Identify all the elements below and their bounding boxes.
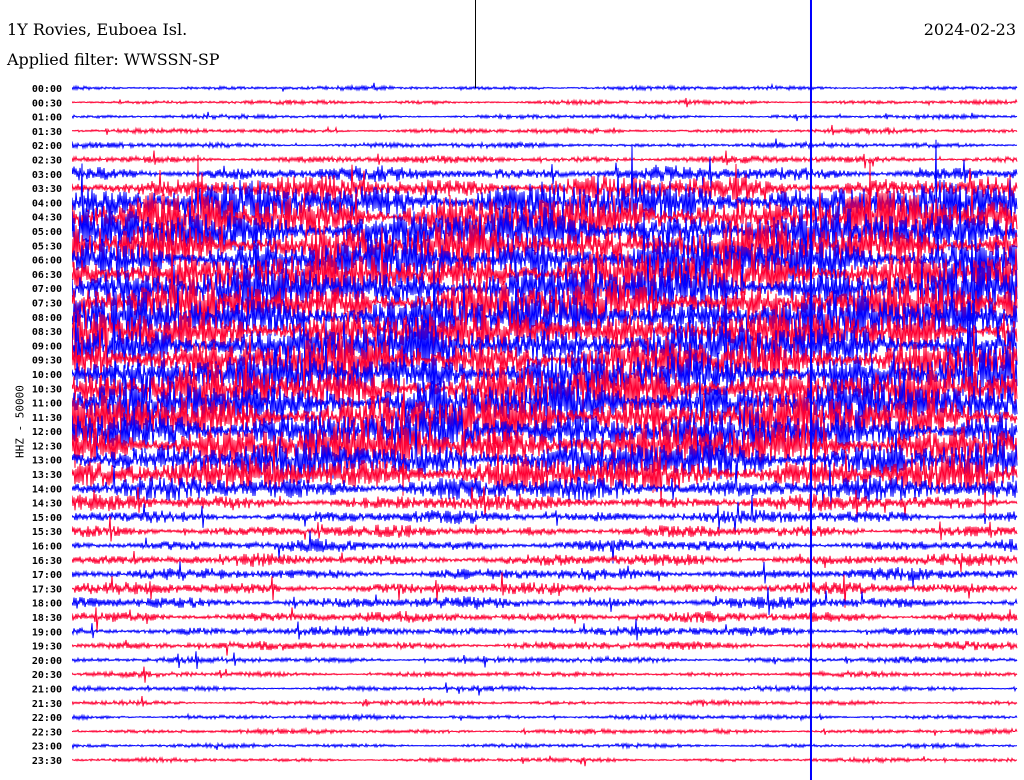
row-time-label: 22:30 (32, 727, 62, 738)
row-time-label: 07:00 (32, 284, 62, 295)
row-time-label: 15:30 (32, 527, 62, 538)
row-time-label: 04:00 (32, 198, 62, 209)
trace-row (72, 741, 1018, 751)
trace-row (72, 516, 1018, 542)
trace-row (72, 696, 1018, 708)
row-time-label: 11:00 (32, 399, 62, 410)
row-time-label: 20:30 (32, 670, 62, 681)
row-time-label: 08:30 (32, 327, 62, 338)
trace-row (72, 755, 1018, 767)
row-time-label: 02:00 (32, 141, 62, 152)
row-time-label: 10:30 (32, 384, 62, 395)
trace-row (72, 639, 1018, 656)
row-time-label: 12:30 (32, 441, 62, 452)
row-time-label: 05:30 (32, 241, 62, 252)
row-time-label: 18:30 (32, 613, 62, 624)
row-time-label: 06:00 (32, 256, 62, 267)
trace-row (72, 124, 1018, 136)
row-time-label: 12:00 (32, 427, 62, 438)
trace-row (72, 586, 1018, 616)
trace-row (72, 666, 1018, 683)
trace-row (72, 111, 1018, 122)
row-time-label: 01:00 (32, 113, 62, 124)
row-time-label: 03:30 (32, 184, 62, 195)
trace-row (72, 82, 1018, 92)
row-time-label: 07:30 (32, 298, 62, 309)
row-time-label: 09:00 (32, 341, 62, 352)
helicorder-plot: 00:00 00:30 01:00 01:30 02:00 02:30 03:00 03:30… (32, 0, 1018, 780)
row-time-label: 21:00 (32, 685, 62, 696)
row-time-label: 23:30 (32, 756, 62, 767)
trace-row (72, 150, 1018, 169)
row-time-label: 06:30 (32, 270, 62, 281)
row-time-label: 03:00 (32, 170, 62, 181)
trace-row (72, 682, 1018, 696)
row-time-label: 10:00 (32, 370, 62, 381)
row-time-label: 00:30 (32, 98, 62, 109)
trace-row (72, 651, 1018, 669)
row-time-label: 09:30 (32, 356, 62, 367)
trace-row (72, 551, 1018, 573)
row-time-label: 16:00 (32, 542, 62, 553)
row-time-label: 19:00 (32, 627, 62, 638)
row-time-label: 04:30 (32, 213, 62, 224)
trace-row (72, 138, 1018, 150)
row-time-label: 14:30 (32, 499, 62, 510)
row-time-label: 17:30 (32, 584, 62, 595)
row-time-label: 13:00 (32, 456, 62, 467)
trace-row (72, 712, 1018, 722)
row-time-label: 23:00 (32, 742, 62, 753)
row-time-label: 16:30 (32, 556, 62, 567)
row-time-label: 00:00 (32, 84, 62, 95)
row-time-label: 22:00 (32, 713, 62, 724)
row-time-label: 01:30 (32, 127, 62, 138)
row-time-label: 21:30 (32, 699, 62, 710)
row-time-label: 02:30 (32, 155, 62, 166)
row-time-label: 20:00 (32, 656, 62, 667)
row-time-label: 18:00 (32, 599, 62, 610)
row-time-label: 17:00 (32, 570, 62, 581)
row-time-label: 11:30 (32, 413, 62, 424)
trace-row (72, 726, 1018, 736)
trace-row (72, 607, 1018, 632)
row-time-label: 15:00 (32, 513, 62, 524)
trace-row (72, 618, 1018, 641)
row-time-label: 13:30 (32, 470, 62, 481)
row-time-label: 08:00 (32, 313, 62, 324)
trace-row (72, 97, 1018, 108)
row-time-label: 14:00 (32, 484, 62, 495)
row-time-label: 19:30 (32, 642, 62, 653)
row-time-label: 05:00 (32, 227, 62, 238)
